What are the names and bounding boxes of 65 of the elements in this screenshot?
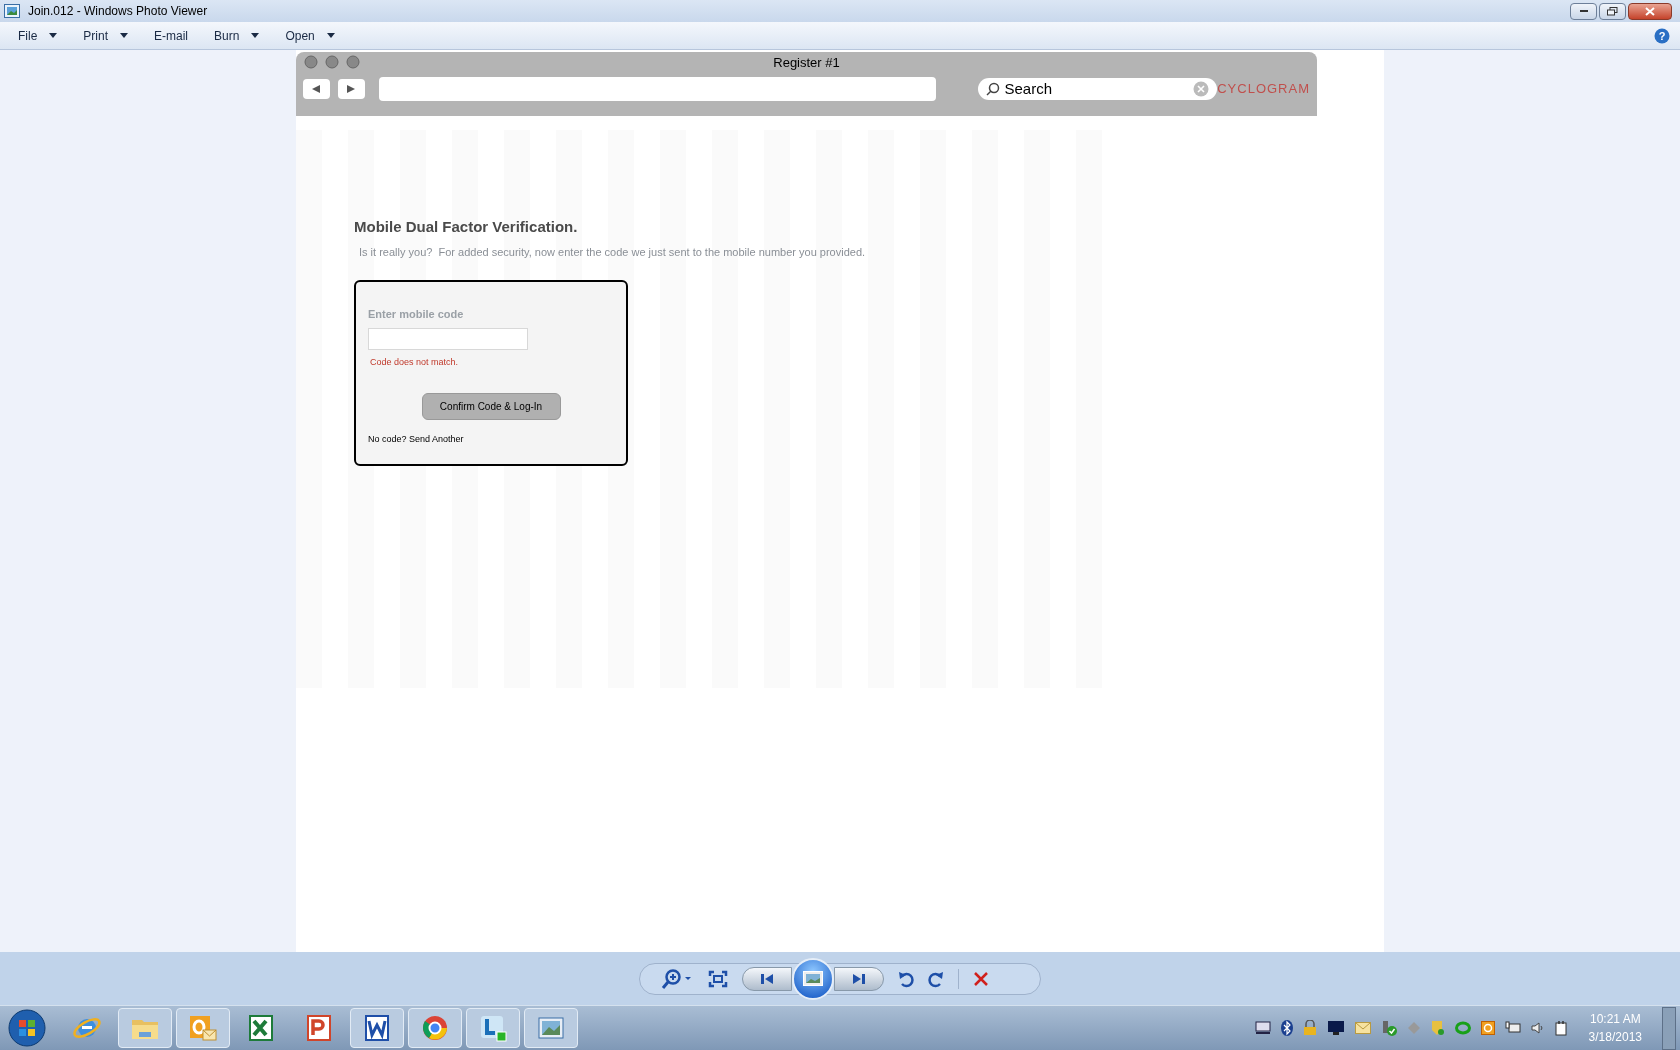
page-heading: Mobile Dual Factor Verification. xyxy=(354,217,579,237)
document-icon xyxy=(362,1013,392,1043)
confirm-button[interactable]: Confirm Code & Log-In xyxy=(421,393,561,420)
window-title: Join.012 - Windows Photo Viewer xyxy=(28,3,208,20)
caret-icon xyxy=(120,33,129,38)
rotate-right-icon[interactable] xyxy=(928,969,944,988)
taskbar-button[interactable] xyxy=(408,1008,462,1048)
zoom-icon[interactable] xyxy=(660,966,694,991)
bluetooth-icon[interactable] xyxy=(1280,1020,1293,1036)
back-button[interactable] xyxy=(303,79,330,99)
network-icon[interactable] xyxy=(1504,1021,1521,1035)
caret-icon xyxy=(251,33,260,38)
logo: CYCLOGRAM xyxy=(1217,80,1310,99)
search-field[interactable]: Search xyxy=(978,78,1218,100)
address-field[interactable] xyxy=(378,77,937,101)
page-subheading: Is it really you? For added security, now enter the code we just sent to the mobile number you provided. xyxy=(359,244,867,260)
show-desktop-button[interactable] xyxy=(1662,1006,1676,1050)
minimize-icon xyxy=(1578,9,1589,13)
screen-icon[interactable] xyxy=(1254,1021,1271,1035)
globe-icon xyxy=(420,1013,450,1043)
taskbar-button[interactable] xyxy=(466,1008,520,1048)
office-icon[interactable] xyxy=(1480,1021,1495,1035)
caret-icon xyxy=(326,33,335,38)
spreadsheet-icon xyxy=(246,1013,276,1043)
menu-item[interactable]: File xyxy=(8,24,68,47)
menu-item[interactable]: Burn xyxy=(204,24,270,47)
help-icon[interactable]: ? xyxy=(1654,27,1670,44)
caret-icon xyxy=(49,33,58,38)
menu-item[interactable]: E-mail xyxy=(144,24,199,47)
speaker-icon[interactable] xyxy=(1530,1021,1545,1035)
usb-check-icon[interactable] xyxy=(1380,1020,1397,1036)
start-button[interactable] xyxy=(8,1009,46,1047)
close-button[interactable] xyxy=(1628,2,1672,20)
taskbar-button[interactable] xyxy=(350,1008,404,1048)
error-message: Code does not match. xyxy=(370,355,460,369)
back-icon xyxy=(311,84,322,94)
menu-item[interactable]: Print xyxy=(73,24,139,47)
mail-icon xyxy=(188,1013,218,1043)
next-icon xyxy=(852,972,866,985)
fit-to-window-icon[interactable] xyxy=(708,969,728,988)
mockup-title: Register #1 xyxy=(773,54,840,72)
monitor-icon[interactable] xyxy=(1326,1020,1345,1036)
taskbar-button[interactable] xyxy=(524,1008,578,1048)
next-button[interactable] xyxy=(834,966,884,991)
menu-item[interactable]: Open xyxy=(275,24,345,47)
restore-button[interactable] xyxy=(1599,2,1626,20)
slideshow-button[interactable] xyxy=(792,957,834,1000)
slides-icon xyxy=(304,1013,334,1043)
lock-icon[interactable] xyxy=(1302,1020,1317,1036)
field-label: Enter mobile code xyxy=(368,307,465,322)
chat-icon xyxy=(478,1013,508,1043)
resend-link[interactable]: No code? Send Another xyxy=(368,433,614,447)
delete-icon[interactable] xyxy=(973,970,989,987)
forward-button[interactable] xyxy=(337,79,365,99)
previous-button[interactable] xyxy=(742,966,792,991)
rotate-left-icon[interactable] xyxy=(898,969,914,988)
picture-icon xyxy=(803,971,823,986)
restore-icon xyxy=(1607,6,1618,16)
minimize-button[interactable] xyxy=(1570,2,1597,20)
previous-icon xyxy=(760,972,774,985)
close-icon xyxy=(1645,6,1655,16)
search-icon xyxy=(986,82,1001,96)
code-input-field[interactable] xyxy=(368,327,528,350)
forward-icon xyxy=(346,84,357,94)
app-icon xyxy=(4,4,20,18)
